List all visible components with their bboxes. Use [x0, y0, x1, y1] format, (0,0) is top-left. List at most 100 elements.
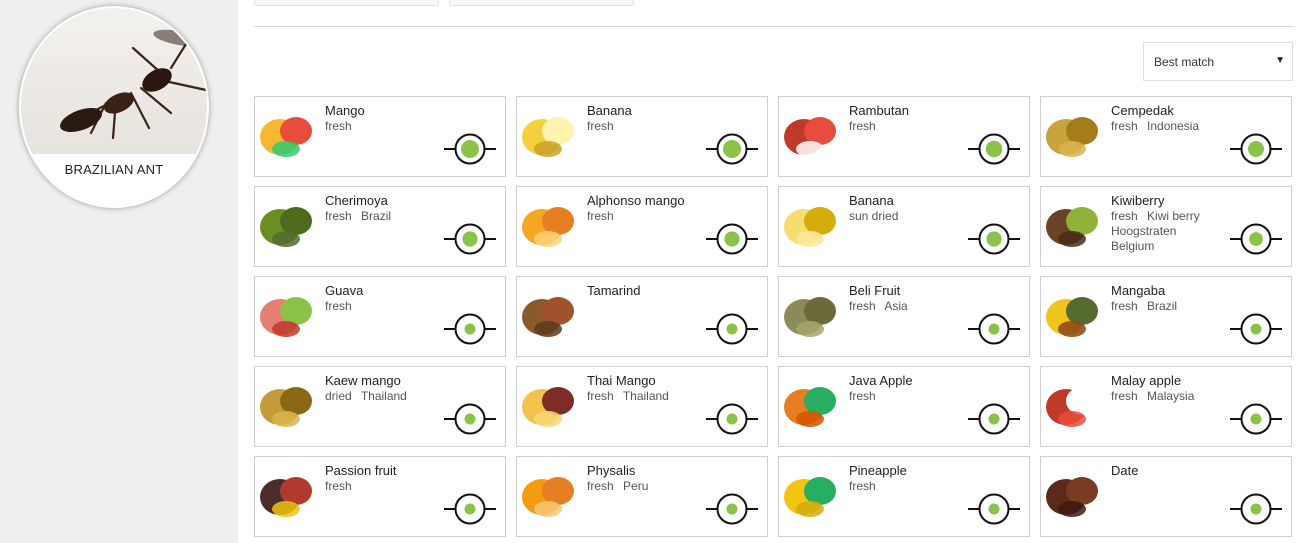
match-selector-icon[interactable]: [444, 133, 496, 165]
fruit-tag: Brazil: [1147, 299, 1178, 313]
fruit-card[interactable]: Banana sun dried: [778, 186, 1030, 267]
fruit-thumbnail: [1042, 103, 1103, 165]
fruit-thumbnail: [1042, 373, 1103, 435]
fruit-thumbnail: [518, 373, 579, 435]
match-selector-icon[interactable]: [968, 313, 1020, 345]
fruit-name: Mango: [325, 103, 365, 118]
fruit-card[interactable]: Physalis fresh Peru: [516, 456, 768, 537]
fruit-name: Cherimoya: [325, 193, 388, 208]
fruit-thumbnail: [256, 283, 317, 345]
match-selector-icon[interactable]: [706, 493, 758, 525]
fruit-tag: fresh: [1111, 389, 1138, 403]
match-selector-icon[interactable]: [968, 223, 1020, 255]
fruit-tags: fresh Malaysia: [1111, 389, 1226, 404]
fruit-card[interactable]: Kiwiberry fresh Kiwi berry Hoogstraten Be…: [1040, 186, 1292, 267]
ant-photo: [21, 8, 207, 154]
fruit-name: Thai Mango: [587, 373, 656, 388]
fruit-card[interactable]: Tamarind: [516, 276, 768, 357]
fruit-tag: Peru: [623, 479, 649, 493]
match-selector-icon[interactable]: [706, 403, 758, 435]
profile-name: BRAZILIAN ANT: [64, 162, 164, 177]
fruit-tag: fresh: [587, 479, 614, 493]
sort-select-value: Best match: [1154, 54, 1215, 69]
match-selector-icon[interactable]: [444, 493, 496, 525]
match-selector-icon[interactable]: [1230, 313, 1282, 345]
profile-avatar[interactable]: BRAZILIAN ANT: [19, 6, 209, 208]
fruit-tag: fresh: [325, 299, 352, 313]
fruit-card[interactable]: Thai Mango fresh Thailand: [516, 366, 768, 447]
fruit-card[interactable]: Cempedak fresh Indonesia: [1040, 96, 1292, 177]
fruit-name: Kaew mango: [325, 373, 401, 388]
fruit-thumbnail: [256, 463, 317, 525]
fruit-name: Rambutan: [849, 103, 909, 118]
fruit-tag: fresh: [325, 209, 352, 223]
fruit-tags: fresh Thailand: [587, 389, 702, 404]
match-selector-icon[interactable]: [1230, 133, 1282, 165]
match-selector-icon[interactable]: [968, 133, 1020, 165]
fruit-card[interactable]: Beli Fruit fresh Asia: [778, 276, 1030, 357]
match-selector-icon[interactable]: [968, 403, 1020, 435]
fruit-name: Kiwiberry: [1111, 193, 1165, 208]
fruit-name: Tamarind: [587, 283, 641, 298]
fruit-card[interactable]: Java Apple fresh: [778, 366, 1030, 447]
fruit-tags: fresh: [849, 389, 964, 404]
fruit-tag: fresh: [1111, 119, 1138, 133]
fruit-card[interactable]: Malay apple fresh Malaysia: [1040, 366, 1292, 447]
fruit-name: Pineapple: [849, 463, 907, 478]
dropdown-arrow-icon: ▼: [1275, 55, 1285, 66]
fruit-tag: Thailand: [622, 389, 669, 403]
fruit-name: Passion fruit: [325, 463, 397, 478]
fruit-name: Beli Fruit: [849, 283, 901, 298]
fruit-card[interactable]: Guava fresh: [254, 276, 506, 357]
fruit-tag: Brazil: [361, 209, 392, 223]
fruit-tag: Thailand: [360, 389, 407, 403]
filter-button-left[interactable]: [254, 0, 439, 6]
match-selector-icon[interactable]: [706, 133, 758, 165]
fruit-tag: fresh: [325, 479, 352, 493]
match-selector-icon[interactable]: [444, 313, 496, 345]
fruit-card[interactable]: Mango fresh: [254, 96, 506, 177]
match-selector-icon[interactable]: [968, 493, 1020, 525]
match-selector-icon[interactable]: [444, 403, 496, 435]
fruit-name: Date: [1111, 463, 1139, 478]
fruit-tags: fresh: [849, 479, 964, 494]
sort-select[interactable]: Best match ▼: [1143, 42, 1293, 81]
fruit-thumbnail: [256, 193, 317, 255]
match-selector-icon[interactable]: [706, 313, 758, 345]
fruit-tag: Belgium: [1111, 239, 1155, 253]
fruit-tag: sun dried: [849, 209, 899, 223]
fruit-tag: Kiwi berry: [1147, 209, 1200, 223]
match-selector-icon[interactable]: [1230, 493, 1282, 525]
fruit-tags: fresh: [325, 299, 440, 314]
fruit-tags: fresh: [325, 119, 440, 134]
fruit-tag: Indonesia: [1147, 119, 1200, 133]
filter-button-right[interactable]: [449, 0, 634, 6]
fruit-tags: fresh Peru: [587, 479, 702, 494]
fruit-card[interactable]: Date: [1040, 456, 1292, 537]
fruit-card[interactable]: Rambutan fresh: [778, 96, 1030, 177]
fruit-card[interactable]: Mangaba fresh Brazil: [1040, 276, 1292, 357]
fruit-card[interactable]: Cherimoya fresh Brazil: [254, 186, 506, 267]
fruit-card[interactable]: Passion fruit fresh: [254, 456, 506, 537]
fruit-card[interactable]: Kaew mango dried Thailand: [254, 366, 506, 447]
fruit-thumbnail: [780, 373, 841, 435]
fruit-tag: Asia: [884, 299, 908, 313]
fruit-tags: fresh: [587, 209, 702, 224]
fruit-name: Banana: [849, 193, 894, 208]
fruit-tags: fresh: [849, 119, 964, 134]
fruit-tags: fresh Asia: [849, 299, 964, 314]
match-selector-icon[interactable]: [706, 223, 758, 255]
fruit-tags: fresh: [587, 119, 702, 134]
fruit-tags: fresh Brazil: [325, 209, 440, 224]
fruit-tags: dried Thailand: [325, 389, 440, 404]
fruit-card[interactable]: Alphonso mango fresh: [516, 186, 768, 267]
fruit-name: Cempedak: [1111, 103, 1174, 118]
match-selector-icon[interactable]: [1230, 223, 1282, 255]
fruit-tag: Malaysia: [1147, 389, 1195, 403]
fruit-card[interactable]: Banana fresh: [516, 96, 768, 177]
fruit-name: Mangaba: [1111, 283, 1166, 298]
fruit-name: Malay apple: [1111, 373, 1182, 388]
fruit-card[interactable]: Pineapple fresh: [778, 456, 1030, 537]
match-selector-icon[interactable]: [1230, 403, 1282, 435]
match-selector-icon[interactable]: [444, 223, 496, 255]
